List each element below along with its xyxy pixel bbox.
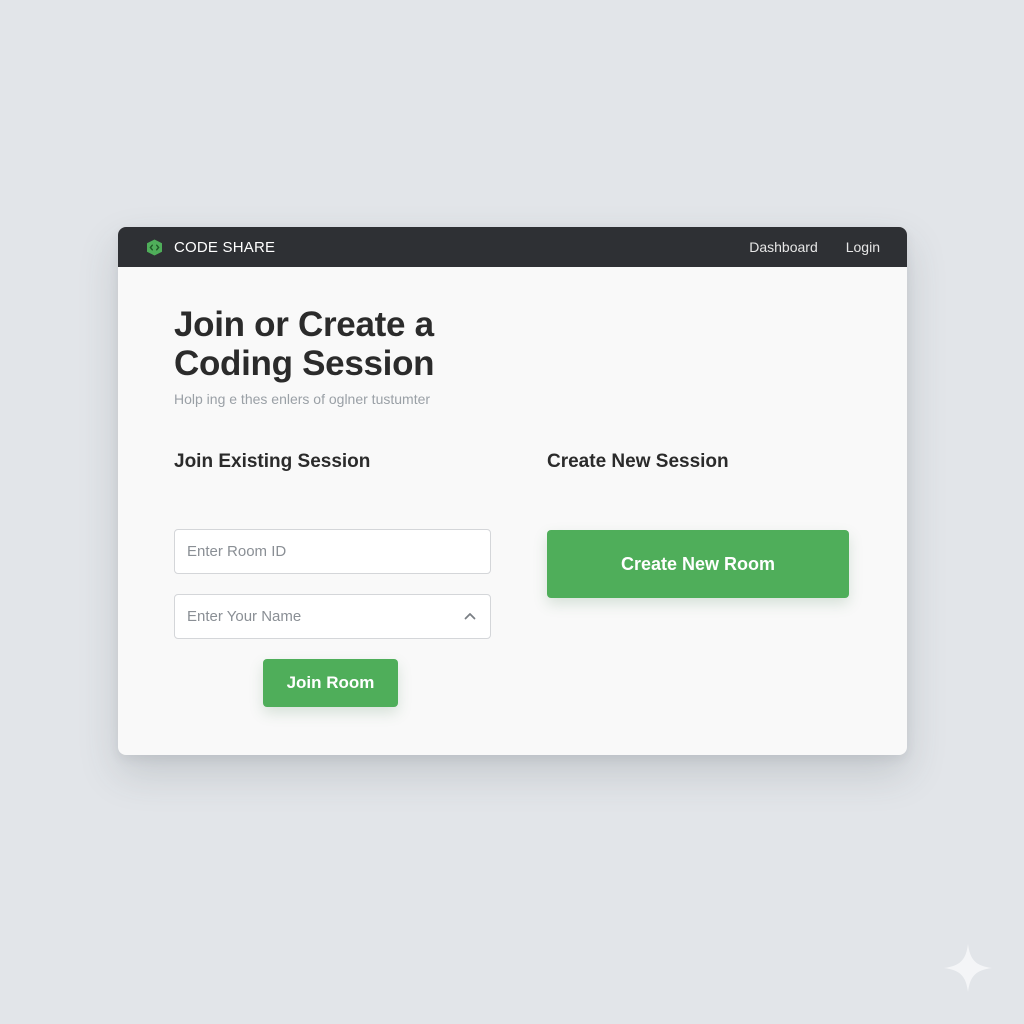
app-window: CODE SHARE Dashboard Login Join or Creat… — [118, 227, 907, 755]
code-box-icon — [147, 239, 162, 255]
join-room-button[interactable]: Join Room — [263, 659, 398, 707]
brand[interactable]: CODE SHARE — [146, 239, 275, 256]
name-input[interactable] — [175, 595, 490, 638]
create-section-heading: Create New Session — [547, 451, 729, 472]
navbar: CODE SHARE Dashboard Login — [118, 227, 907, 267]
create-room-button[interactable]: Create New Room — [547, 530, 849, 598]
room-id-input[interactable] — [175, 530, 490, 573]
brand-name: CODE SHARE — [174, 238, 276, 256]
nav-links: Dashboard Login — [749, 239, 880, 255]
nav-link-login[interactable]: Login — [846, 239, 880, 255]
page-subtitle: Holp ing e thes enlers of oglner tustumt… — [174, 391, 431, 407]
page-title: Join or Create a Coding Session — [174, 305, 435, 383]
chevron-up-icon[interactable] — [464, 612, 476, 620]
main-content: Join or Create a Coding Session Holp ing… — [118, 267, 907, 755]
nav-link-dashboard[interactable]: Dashboard — [749, 239, 818, 255]
room-id-field[interactable] — [174, 529, 491, 574]
sparkle-icon — [944, 944, 992, 992]
name-field[interactable] — [174, 594, 491, 639]
join-section-heading: Join Existing Session — [174, 451, 371, 472]
